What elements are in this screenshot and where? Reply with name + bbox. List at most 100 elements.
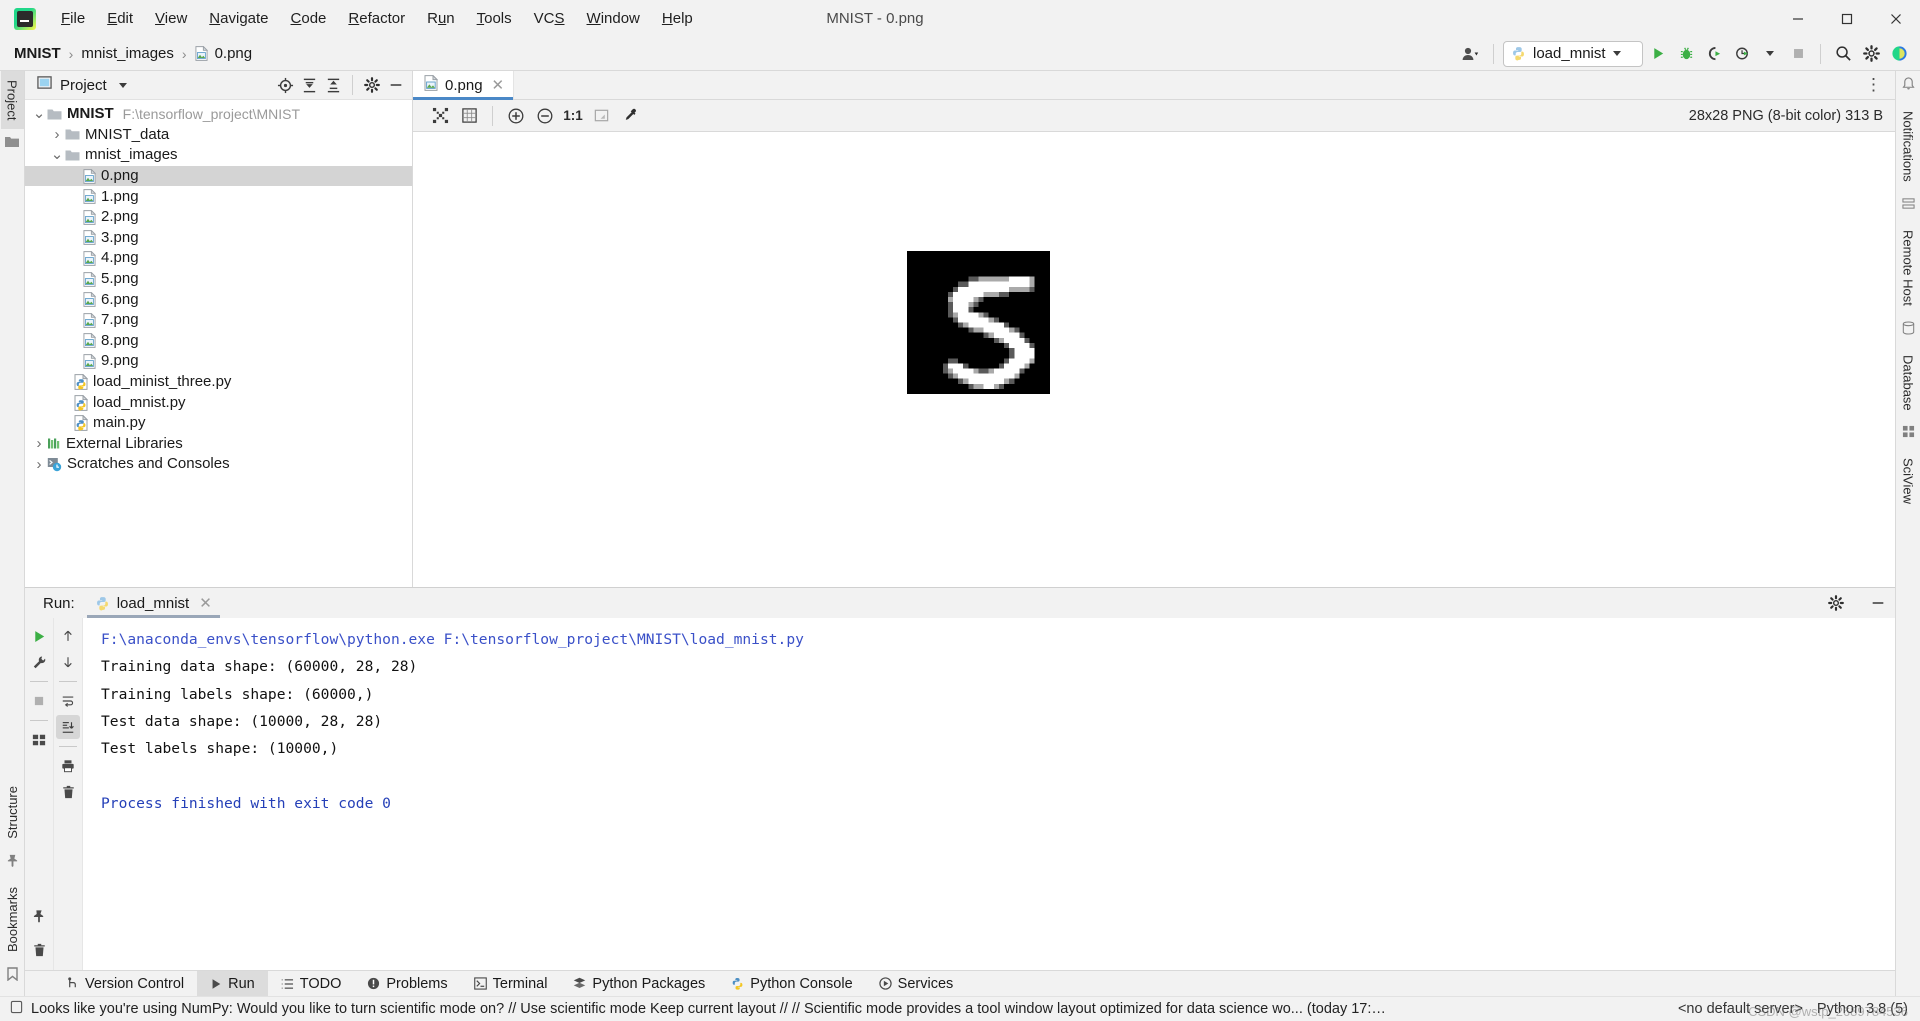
- tree-node-mnist-images[interactable]: ⌄ mnist_images: [25, 145, 412, 166]
- ide-updates-icon[interactable]: [1886, 41, 1912, 67]
- rerun-icon[interactable]: [27, 624, 51, 648]
- toggle-grid-icon[interactable]: [456, 104, 482, 128]
- tree-node-0-png[interactable]: 0.png: [25, 165, 412, 187]
- tree-node-7-png[interactable]: 7.png: [25, 310, 412, 331]
- more-options-icon[interactable]: ⋮: [1853, 71, 1895, 99]
- bookmark-icon[interactable]: [6, 967, 18, 986]
- sidebar-item-project[interactable]: Project: [0, 71, 24, 130]
- layout-icon[interactable]: [27, 728, 51, 752]
- tree-node-load-minist-three-py[interactable]: load_minist_three.py: [25, 372, 412, 393]
- search-everywhere-icon[interactable]: [1830, 41, 1856, 67]
- bottom-tab-services[interactable]: Services: [866, 971, 967, 996]
- pin-tab-icon[interactable]: [27, 904, 51, 928]
- run-with-coverage-icon[interactable]: [1701, 41, 1727, 67]
- notifications-bell-icon[interactable]: [1901, 77, 1915, 96]
- expand-all-icon[interactable]: [297, 73, 321, 97]
- tree-node-6-png[interactable]: 6.png: [25, 289, 412, 310]
- menu-item-vcs[interactable]: VCS: [523, 5, 576, 33]
- bottom-tab-run[interactable]: Run: [197, 971, 268, 996]
- stop-icon[interactable]: [27, 689, 51, 713]
- tree-node-scratches-and-consoles[interactable]: › Scratches and Consoles: [25, 454, 412, 475]
- bottom-tab-problems[interactable]: Problems: [354, 971, 460, 996]
- tree-node-3-png[interactable]: 3.png: [25, 228, 412, 249]
- tree-node-main-py[interactable]: main.py: [25, 413, 412, 434]
- folder-icon[interactable]: [5, 135, 19, 153]
- menu-item-navigate[interactable]: Navigate: [198, 5, 279, 33]
- zoom-out-icon[interactable]: [532, 104, 558, 128]
- tree-node-mnist-data[interactable]: › MNIST_data: [25, 125, 412, 146]
- color-picker-icon[interactable]: [617, 104, 643, 128]
- bottom-tab-todo[interactable]: TODO: [268, 971, 355, 996]
- chevron-right-icon[interactable]: ›: [49, 126, 65, 143]
- close-icon[interactable]: ✕: [199, 594, 212, 612]
- zoom-in-icon[interactable]: [503, 104, 529, 128]
- menu-item-edit[interactable]: Edit: [96, 5, 144, 33]
- close-icon[interactable]: ✕: [492, 76, 505, 94]
- collapse-all-icon[interactable]: [321, 73, 345, 97]
- hide-panel-icon[interactable]: [384, 73, 408, 97]
- run-configuration-selector[interactable]: load_mnist: [1503, 40, 1643, 67]
- soft-wrap-icon[interactable]: [56, 689, 80, 713]
- menu-item-help[interactable]: Help: [651, 5, 704, 33]
- tree-node-1-png[interactable]: 1.png: [25, 186, 412, 207]
- actual-size-button[interactable]: 1:1: [561, 104, 585, 128]
- menu-item-file[interactable]: File: [50, 5, 96, 33]
- event-log-icon[interactable]: [10, 1000, 23, 1018]
- settings-gear-icon[interactable]: [1858, 41, 1884, 67]
- hide-panel-icon[interactable]: [1865, 590, 1891, 616]
- wrench-icon[interactable]: [27, 650, 51, 674]
- menu-item-view[interactable]: View: [144, 5, 198, 33]
- breadcrumb-item-mnist-images[interactable]: mnist_images: [81, 45, 174, 62]
- fit-content-icon[interactable]: [427, 104, 453, 128]
- toggle-transparency-chessboard-icon[interactable]: [588, 104, 614, 128]
- tree-node-4-png[interactable]: 4.png: [25, 248, 412, 269]
- chevron-right-icon[interactable]: ›: [31, 456, 47, 473]
- tree-node-2-png[interactable]: 2.png: [25, 207, 412, 228]
- status-message[interactable]: Looks like you're using NumPy: Would you…: [31, 1001, 1386, 1017]
- chevron-down-icon[interactable]: ⌄: [49, 147, 65, 162]
- delete-icon[interactable]: [27, 938, 51, 962]
- chevron-down-icon[interactable]: ⌄: [31, 106, 47, 121]
- sidebar-item-sciview[interactable]: SciView: [1897, 449, 1920, 513]
- project-tree[interactable]: ⌄ MNIST F:\tensorflow_project\MNIST › MNIST_…: [25, 100, 412, 587]
- menu-item-window[interactable]: Window: [576, 5, 651, 33]
- pin-icon[interactable]: [6, 854, 19, 872]
- tree-node-9-png[interactable]: 9.png: [25, 351, 412, 372]
- user-account-icon[interactable]: [1458, 41, 1484, 67]
- menu-item-tools[interactable]: Tools: [466, 5, 523, 33]
- editor-tab-0png[interactable]: 0.png ✕: [413, 71, 515, 100]
- menu-item-refactor[interactable]: Refactor: [337, 5, 416, 33]
- chevron-right-icon[interactable]: ›: [31, 435, 47, 452]
- remote-host-icon[interactable]: [1901, 197, 1915, 215]
- scroll-down-icon[interactable]: [56, 650, 80, 674]
- menu-item-run[interactable]: Run: [416, 5, 466, 33]
- scroll-to-end-icon[interactable]: [56, 715, 80, 739]
- image-canvas[interactable]: [413, 132, 1895, 587]
- sidebar-item-database[interactable]: Database: [1897, 346, 1920, 420]
- close-icon[interactable]: [1871, 0, 1920, 37]
- select-opened-file-icon[interactable]: [273, 73, 297, 97]
- print-icon[interactable]: [56, 754, 80, 778]
- sidebar-item-remote-host[interactable]: Remote Host: [1897, 221, 1920, 315]
- run-tab-load-mnist[interactable]: load_mnist ✕: [86, 588, 220, 618]
- clear-all-icon[interactable]: [56, 780, 80, 804]
- stop-icon[interactable]: [1785, 41, 1811, 67]
- tree-node-external-libraries[interactable]: › External Libraries: [25, 434, 412, 455]
- run-console-output[interactable]: F:\anaconda_envs\tensorflow\python.exe F…: [83, 618, 1895, 970]
- maximize-icon[interactable]: [1822, 0, 1871, 37]
- bottom-tab-python-console[interactable]: Python Console: [718, 971, 865, 996]
- tree-node-load-mnist-py[interactable]: load_mnist.py: [25, 392, 412, 413]
- profile-icon[interactable]: [1729, 41, 1755, 67]
- bottom-tab-terminal[interactable]: Terminal: [461, 971, 561, 996]
- chevron-down-icon[interactable]: [118, 82, 127, 88]
- sidebar-item-notifications[interactable]: Notifications: [1897, 102, 1920, 191]
- profile-dropdown-icon[interactable]: [1757, 41, 1783, 67]
- interpreter-label[interactable]: Python 3.8 (5): [1817, 1001, 1908, 1017]
- sciview-icon[interactable]: [1902, 425, 1915, 443]
- tree-node-8-png[interactable]: 8.png: [25, 331, 412, 352]
- default-server-label[interactable]: <no default server>: [1678, 1001, 1803, 1017]
- debug-icon[interactable]: [1673, 41, 1699, 67]
- run-icon[interactable]: [1645, 41, 1671, 67]
- sidebar-item-bookmarks[interactable]: Bookmarks: [1, 878, 24, 961]
- gear-icon[interactable]: [1823, 590, 1849, 616]
